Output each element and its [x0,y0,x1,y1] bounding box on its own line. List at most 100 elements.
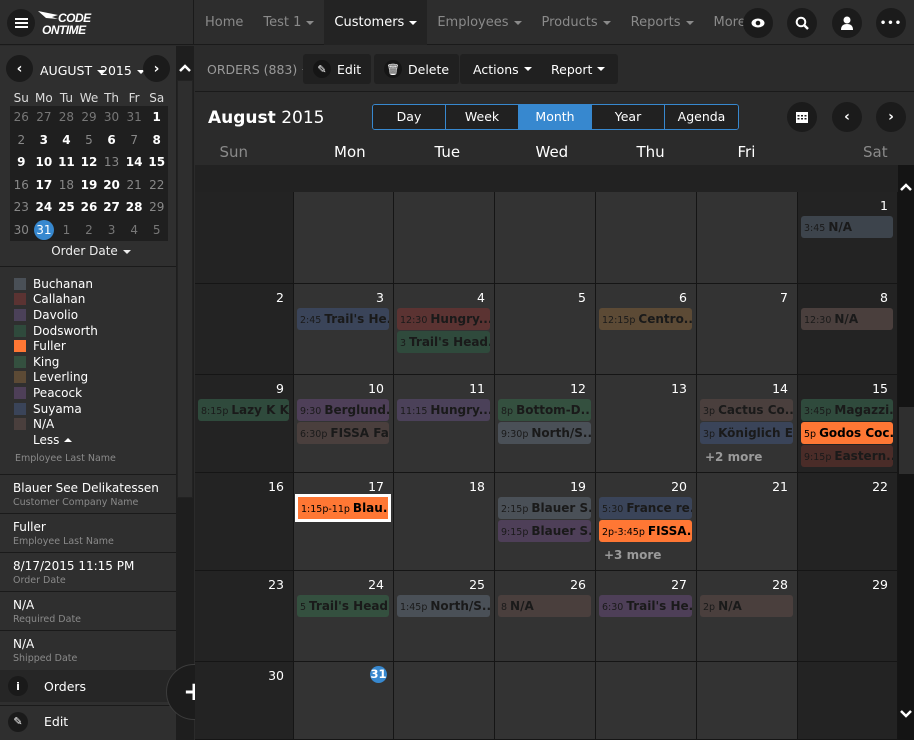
mini-day[interactable]: 21 [123,174,146,197]
day-number[interactable]: 30 [268,668,284,683]
calendar-event[interactable]: 6:30Trail's He... [599,595,692,617]
day-number[interactable]: 25 [469,577,485,592]
day-number[interactable]: 16 [268,479,284,494]
calendar-day-cell[interactable]: 23 [195,571,294,662]
calendar-day-cell[interactable]: 10 9:30Berglund...6:30pFISSA Fa... [294,375,394,473]
mini-day[interactable]: 23 [10,196,33,219]
mini-day[interactable]: 9 [10,151,33,174]
calendar-day-cell[interactable]: 2 [195,284,294,375]
calendar-day-cell[interactable]: 143pCactus Co...3pKöniglich E...+2 more [697,375,798,473]
legend-item[interactable]: Suyama [14,401,98,417]
day-number[interactable]: 28 [772,577,788,592]
calendar-day-cell[interactable]: 13 [596,375,697,473]
calendar-day-cell[interactable]: 18 [394,473,495,571]
mini-day[interactable]: 22 [145,174,168,197]
calendar-event[interactable]: 1:15p-11pBlau... [295,494,391,522]
calendar-event[interactable]: 6:30pFISSA Fa... [297,422,389,444]
calendar-day-cell[interactable] [495,192,596,284]
calendar-day-cell[interactable] [195,192,294,284]
legend-item[interactable]: Fuller [14,338,98,354]
calendar-day-cell[interactable]: 22 [798,473,898,571]
day-number[interactable]: 8 [880,290,888,305]
calendar-day-cell[interactable]: 31 [294,662,394,740]
calendar-day-cell[interactable]: 7 [697,284,798,375]
nav-item-test-1[interactable]: Test 1 [253,0,324,45]
mini-day[interactable]: 31 [123,106,146,129]
mini-day[interactable]: 3 [100,219,123,242]
report-button[interactable]: Report [538,54,619,84]
legend-item[interactable]: Davolio [14,307,98,323]
legend-item[interactable]: Dodsworth [14,323,98,339]
day-number[interactable]: 26 [570,577,586,592]
calendar-day-cell[interactable]: 26 8 N/A [495,571,596,662]
mini-day[interactable]: 4 [123,219,146,242]
calendar-day-cell[interactable]: 205:30France re...2p-3:45pFISSA...+3 mor… [596,473,697,571]
mini-day[interactable]: 27 [33,106,56,129]
mini-day[interactable]: 8 [145,129,168,152]
mini-day[interactable]: 5 [78,129,101,152]
day-number[interactable]: 29 [872,577,888,592]
nav-item-reports[interactable]: Reports [621,0,704,45]
mini-day[interactable]: 6 [100,129,123,152]
calendar-event[interactable]: 3:45 N/A [801,216,893,238]
mini-next-button[interactable]: › [143,55,170,82]
mini-day[interactable]: 1 [55,219,78,242]
day-number[interactable]: 1 [880,198,888,213]
mini-day[interactable]: 15 [145,151,168,174]
mini-day[interactable]: 13 [100,151,123,174]
mini-day[interactable]: 4 [55,129,78,152]
mini-day[interactable]: 29 [145,196,168,219]
mini-day[interactable]: 25 [55,196,78,219]
legend-less-toggle[interactable]: Less [14,432,98,448]
calendar-day-cell[interactable] [294,192,394,284]
day-number[interactable]: 18 [469,479,485,494]
day-number[interactable]: 13 [671,381,687,396]
day-number[interactable]: 9 [276,381,284,396]
mini-day[interactable]: 11 [55,151,78,174]
day-number[interactable]: 4 [477,290,485,305]
calendar-event[interactable]: 8:15pLazy K K... [198,399,289,421]
calendar-event[interactable]: 9:30Berglund... [297,399,389,421]
mini-day[interactable]: 5 [145,219,168,242]
calendar-day-cell[interactable]: 16 [195,473,294,571]
mini-day[interactable]: 30 [10,219,33,242]
calendar-day-cell[interactable]: 192:15pBlauer S...9:15pBlauer S... [495,473,596,571]
calendar-day-cell[interactable] [798,662,898,740]
calendar-day-cell[interactable]: 5 [495,284,596,375]
calendar-day-cell[interactable] [394,662,495,740]
mini-day[interactable]: 3 [33,129,56,152]
calendar-day-cell[interactable] [697,662,798,740]
mini-day[interactable]: 20 [100,174,123,197]
calendar-day-cell[interactable]: 21 [697,473,798,571]
mini-day[interactable]: 29 [78,106,101,129]
day-number[interactable]: 6 [679,290,687,305]
mini-day[interactable]: 16 [10,174,33,197]
day-number[interactable]: 19 [570,479,586,494]
calendar-scroll-thumb[interactable] [899,407,914,474]
mini-day[interactable]: 17 [33,174,56,197]
calendar-day-cell[interactable]: 1 3:45 N/A [798,192,898,284]
nav-item-home[interactable]: Home [195,0,253,45]
user-button[interactable] [832,8,862,38]
day-number[interactable]: 17 [368,479,384,494]
calendar-day-cell[interactable] [495,662,596,740]
view-month-button[interactable]: Month [519,105,592,129]
calendar-event[interactable]: 5:30France re... [599,497,692,519]
mini-day[interactable]: 28 [123,196,146,219]
view-year-button[interactable]: Year [592,105,665,129]
mini-day[interactable]: 2 [10,129,33,152]
calendar-day-cell[interactable]: 12 8p Bottom-D... 9:30p North/S... [495,375,596,473]
more-events-link[interactable]: +2 more [705,450,762,464]
sidebar-scroll-thumb[interactable] [177,80,193,498]
calendar-event[interactable]: 8p Bottom-D... [498,399,591,421]
mini-day[interactable]: 14 [123,151,146,174]
mini-day[interactable]: 12 [78,151,101,174]
search-button[interactable] [787,8,817,38]
day-number[interactable]: 7 [780,290,788,305]
day-number[interactable]: 10 [368,381,384,396]
calendar-day-cell[interactable]: 27 6:30Trail's He... [596,571,697,662]
day-number[interactable]: 5 [578,290,586,305]
calendar-event[interactable]: 3:45pMagazzi... [801,399,893,421]
day-number[interactable]: 15 [872,381,888,396]
mini-month-select[interactable]: AUGUST [40,63,106,78]
